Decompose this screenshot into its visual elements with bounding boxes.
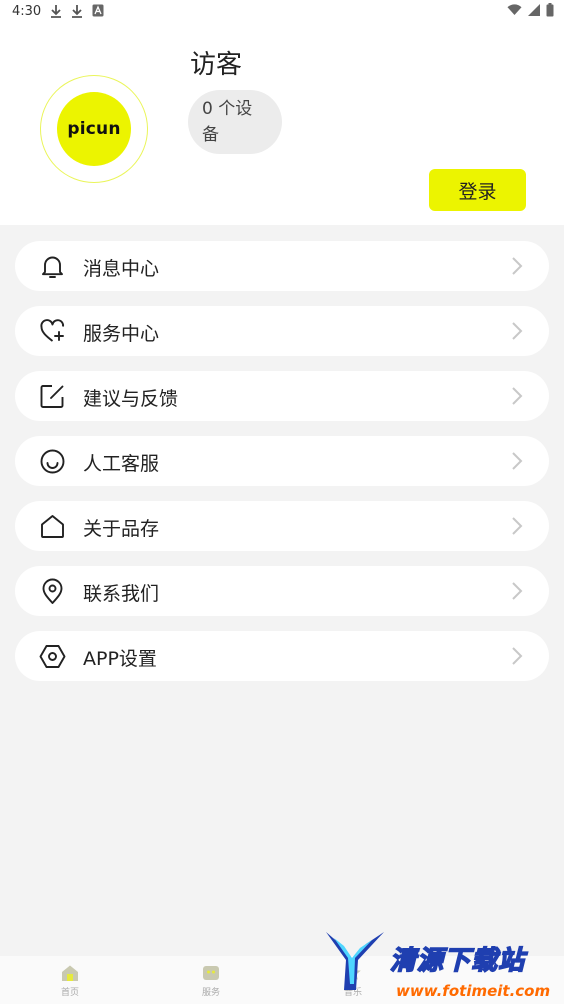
menu-item-contact[interactable]: 联系我们 xyxy=(15,566,549,616)
avatar[interactable]: picun xyxy=(57,92,131,166)
tab-label: 首页 xyxy=(60,988,79,998)
a-badge-icon xyxy=(92,4,104,17)
chevron-right-icon xyxy=(512,452,523,470)
login-button[interactable]: 登录 xyxy=(429,169,526,211)
location-icon xyxy=(42,578,63,604)
watermark-logo-icon xyxy=(326,932,384,990)
avatar-ring[interactable]: picun xyxy=(40,75,148,183)
menu-item-messages[interactable]: 消息中心 xyxy=(15,241,549,291)
menu-list: 消息中心 服务中心 建议与反馈 人工客服 关于品存 联系我们 APP设置 xyxy=(15,241,549,696)
home-tab-icon xyxy=(62,965,78,981)
service-tab-icon xyxy=(203,966,219,980)
edit-icon xyxy=(40,385,64,408)
menu-item-label: 消息中心 xyxy=(83,258,160,280)
menu-item-label: APP设置 xyxy=(83,648,157,670)
menu-item-label: 联系我们 xyxy=(83,583,160,605)
menu-item-label: 服务中心 xyxy=(83,323,160,345)
watermark-url: www.fotimeit.com xyxy=(396,982,551,1000)
battery-icon xyxy=(546,3,554,17)
menu-item-app-settings[interactable]: APP设置 xyxy=(15,631,549,681)
heart-plus-icon xyxy=(40,319,64,342)
download-icon xyxy=(51,5,61,18)
home-icon xyxy=(41,515,64,538)
chevron-right-icon xyxy=(512,517,523,535)
download-icon xyxy=(72,5,82,18)
bell-icon xyxy=(42,256,63,278)
menu-item-about[interactable]: 关于品存 xyxy=(15,501,549,551)
settings-hex-icon xyxy=(39,645,66,668)
menu-item-customer-service[interactable]: 人工客服 xyxy=(15,436,549,486)
menu-item-label: 人工客服 xyxy=(83,453,160,475)
menu-item-label: 关于品存 xyxy=(83,518,160,540)
profile-header: picun 访客 0 个设备 登录 xyxy=(0,26,564,225)
signal-icon xyxy=(528,4,540,16)
tab-label: 服务 xyxy=(201,988,220,998)
smile-icon xyxy=(40,449,65,474)
status-bar: 4:30 xyxy=(0,0,564,26)
menu-item-feedback[interactable]: 建议与反馈 xyxy=(15,371,549,421)
status-time: 4:30 xyxy=(12,4,42,19)
chevron-right-icon xyxy=(512,322,523,340)
chevron-right-icon xyxy=(512,582,523,600)
device-count-badge: 0 个设备 xyxy=(188,90,282,154)
username: 访客 xyxy=(190,50,243,80)
chevron-right-icon xyxy=(512,257,523,275)
menu-item-label: 建议与反馈 xyxy=(83,388,179,410)
chevron-right-icon xyxy=(512,647,523,665)
wifi-icon xyxy=(507,4,522,15)
status-right-icons xyxy=(507,3,554,17)
tab-service[interactable]: 服务 xyxy=(181,964,241,998)
watermark-title: 清源下载站 xyxy=(389,945,526,977)
avatar-logo-text: picun xyxy=(67,119,121,139)
watermark: 清源下载站 www.fotimeit.com xyxy=(322,928,564,1004)
chevron-right-icon xyxy=(512,387,523,405)
tab-home[interactable]: 首页 xyxy=(40,964,100,998)
menu-item-service[interactable]: 服务中心 xyxy=(15,306,549,356)
